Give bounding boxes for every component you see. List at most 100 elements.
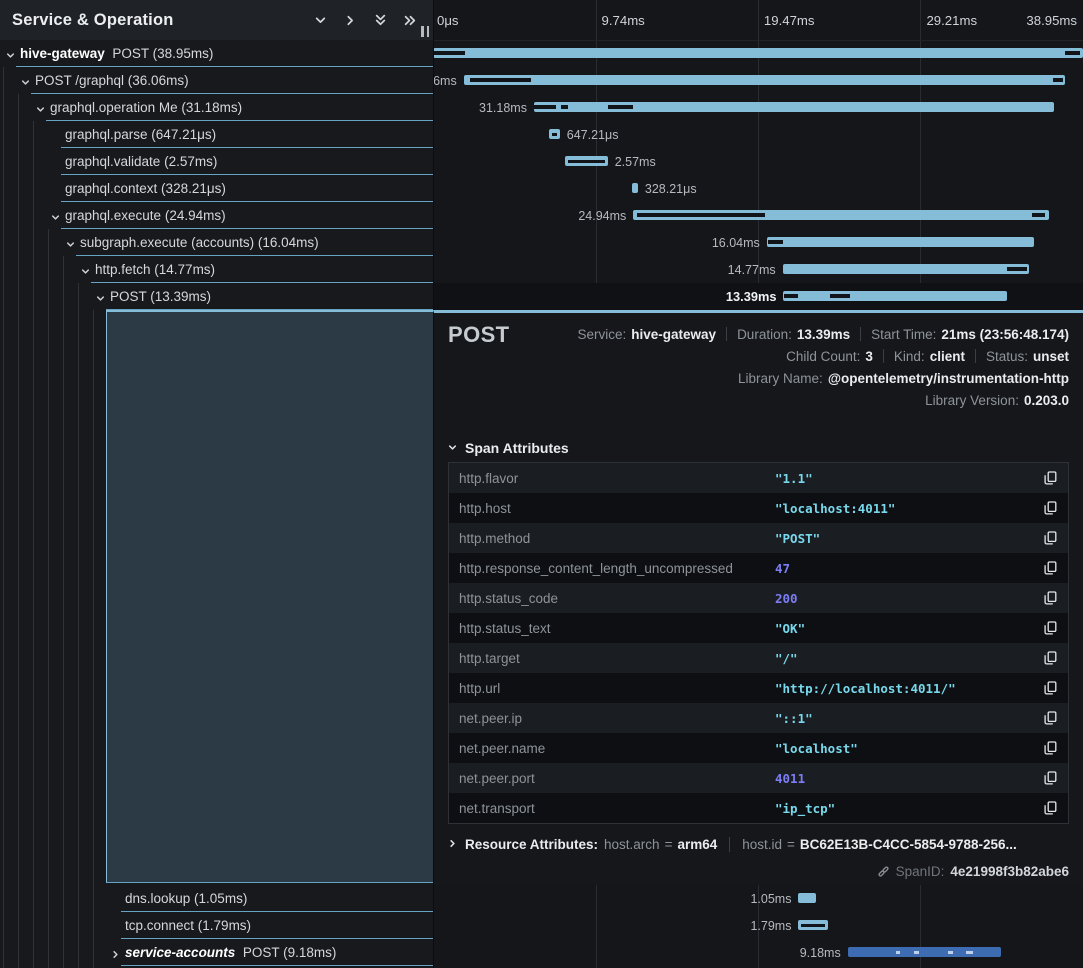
child-activity-mark xyxy=(784,294,798,298)
span-bar[interactable] xyxy=(783,291,1006,301)
meta-label: Service: xyxy=(577,327,626,342)
span-tree-row[interactable]: tcp.connect (1.79ms) xyxy=(0,912,433,939)
attribute-row: http.flavor"1.1" xyxy=(449,463,1068,493)
bar-center-line xyxy=(568,160,605,163)
trace-viewer: 0μs9.74ms19.47ms29.21ms38.95ms hive-gate… xyxy=(0,0,1083,968)
attribute-value: "http://localhost:4011/" xyxy=(775,681,956,696)
child-activity-mark xyxy=(434,51,465,55)
chevron-down-icon[interactable] xyxy=(50,210,61,228)
copy-value-button[interactable] xyxy=(1041,559,1059,577)
span-tree-row[interactable]: graphql.execute (24.94ms) xyxy=(0,202,433,229)
span-tree-row[interactable]: graphql.validate (2.57ms) xyxy=(0,148,433,175)
span-bar-row: 1.05ms xyxy=(433,885,1083,912)
copy-value-button[interactable] xyxy=(1041,739,1059,757)
attribute-key: http.url xyxy=(449,681,775,696)
attribute-row: net.transport"ip_tcp" xyxy=(449,793,1068,823)
service-name: hive-gateway xyxy=(20,46,105,61)
span-tree-row[interactable]: POST /graphql (36.06ms) xyxy=(0,67,433,94)
span-tree-row[interactable]: hive-gateway POST (38.95ms) xyxy=(0,40,433,67)
bar-duration-label: 2.57ms xyxy=(615,148,656,175)
span-attributes-title: Span Attributes xyxy=(465,440,569,456)
copy-value-button[interactable] xyxy=(1041,499,1059,517)
span-tree-row[interactable]: dns.lookup (1.05ms) xyxy=(0,885,433,912)
child-activity-mark xyxy=(1032,213,1045,217)
span-bar[interactable] xyxy=(798,920,828,930)
attribute-row: net.peer.ip"::1" xyxy=(449,703,1068,733)
attribute-row: http.host"localhost:4011" xyxy=(449,493,1068,523)
span-bar[interactable] xyxy=(565,156,608,166)
chevron-right-icon[interactable] xyxy=(343,13,357,27)
span-label: dns.lookup (1.05ms) xyxy=(125,885,247,912)
resource-key: host.arch xyxy=(604,837,660,852)
resource-value: BC62E13B-C4CC-5854-9788-256... xyxy=(800,837,1017,852)
meta-label: Duration: xyxy=(737,327,792,342)
meta-label: Kind: xyxy=(894,349,925,364)
copy-value-button[interactable] xyxy=(1041,769,1059,787)
span-tree-row[interactable]: subgraph.execute (accounts) (16.04ms) xyxy=(0,229,433,256)
span-tree-row[interactable]: graphql.parse (647.21μs) xyxy=(0,121,433,148)
child-activity-mark xyxy=(637,213,765,217)
chevron-down-icon[interactable] xyxy=(65,237,76,255)
span-bar[interactable] xyxy=(848,947,1001,957)
link-icon[interactable] xyxy=(877,865,890,878)
span-tree-row[interactable]: http.fetch (14.77ms) xyxy=(0,256,433,283)
span-bar[interactable] xyxy=(464,75,1066,85)
chevron-down-icon[interactable] xyxy=(95,291,106,309)
child-activity-mark xyxy=(830,294,850,298)
span-bar[interactable] xyxy=(534,102,1054,112)
span-bar-row: 31.18ms xyxy=(433,94,1083,121)
attribute-key: net.peer.port xyxy=(449,771,775,786)
span-attributes-section-toggle[interactable]: Span Attributes xyxy=(447,440,569,456)
panel-resize-handle[interactable] xyxy=(421,26,429,37)
copy-value-button[interactable] xyxy=(1041,589,1059,607)
copy-value-button[interactable] xyxy=(1041,469,1059,487)
span-bar[interactable] xyxy=(433,48,1083,58)
bar-center-line xyxy=(552,133,557,136)
copy-value-button[interactable] xyxy=(1041,709,1059,727)
meta-value: 21ms (23:56:48.174) xyxy=(941,327,1069,342)
copy-value-button[interactable] xyxy=(1041,649,1059,667)
span-bar[interactable] xyxy=(767,237,1035,247)
resource-attributes-toggle[interactable]: Resource Attributes: host.arch=arm64host… xyxy=(447,837,1017,852)
span-tree-row[interactable]: graphql.context (328.21μs) xyxy=(0,175,433,202)
timeline-tick: 29.21ms xyxy=(926,0,977,40)
span-bar[interactable] xyxy=(783,264,1029,274)
chevron-down-icon[interactable] xyxy=(20,75,31,93)
attribute-value: "OK" xyxy=(775,621,805,636)
chevron-down-icon[interactable] xyxy=(5,48,16,66)
span-detail-panel: POST Service:hive-gatewayDuration:13.39m… xyxy=(433,310,1083,885)
chevron-down-icon[interactable] xyxy=(313,13,327,27)
span-bar-row: 16.04ms xyxy=(433,229,1083,256)
child-activity-mark xyxy=(1065,51,1081,55)
attribute-key: http.method xyxy=(449,531,775,546)
double-chevron-down-icon[interactable] xyxy=(373,13,387,27)
double-chevron-right-icon[interactable] xyxy=(403,13,417,27)
span-bar[interactable] xyxy=(549,129,560,139)
resource-attributes-preview: host.arch=arm64host.id=BC62E13B-C4CC-585… xyxy=(604,837,1017,852)
span-tree-row[interactable]: POST (13.39ms) xyxy=(0,283,433,310)
chevron-down-icon[interactable] xyxy=(80,264,91,282)
span-bar-row: 14.77ms xyxy=(433,256,1083,283)
copy-value-button[interactable] xyxy=(1041,799,1059,817)
span-bar[interactable] xyxy=(798,893,816,903)
resource-key: host.id xyxy=(742,837,782,852)
attribute-value: "1.1" xyxy=(775,471,813,486)
bar-duration-label: 14.77ms xyxy=(728,256,776,283)
chevron-right-icon[interactable] xyxy=(110,947,121,965)
span-tree-row[interactable]: graphql.operation Me (31.18ms) xyxy=(0,94,433,121)
chevron-down-icon[interactable] xyxy=(35,102,46,120)
copy-value-button[interactable] xyxy=(1041,619,1059,637)
timeline-tick: 9.74ms xyxy=(602,0,645,40)
copy-value-button[interactable] xyxy=(1041,529,1059,547)
meta-value: 3 xyxy=(865,349,873,364)
span-label: hive-gateway POST (38.95ms) xyxy=(20,40,213,67)
attribute-key: http.flavor xyxy=(449,471,775,486)
activity-mark xyxy=(948,951,953,954)
span-tree-row[interactable]: service-accounts POST (9.18ms) xyxy=(0,939,433,966)
span-bar-row: 647.21μs xyxy=(433,121,1083,148)
meta-label: Child Count: xyxy=(786,349,860,364)
attribute-key: net.peer.name xyxy=(449,741,775,756)
span-bar[interactable] xyxy=(632,183,637,193)
copy-value-button[interactable] xyxy=(1041,679,1059,697)
span-bar[interactable] xyxy=(633,210,1049,220)
